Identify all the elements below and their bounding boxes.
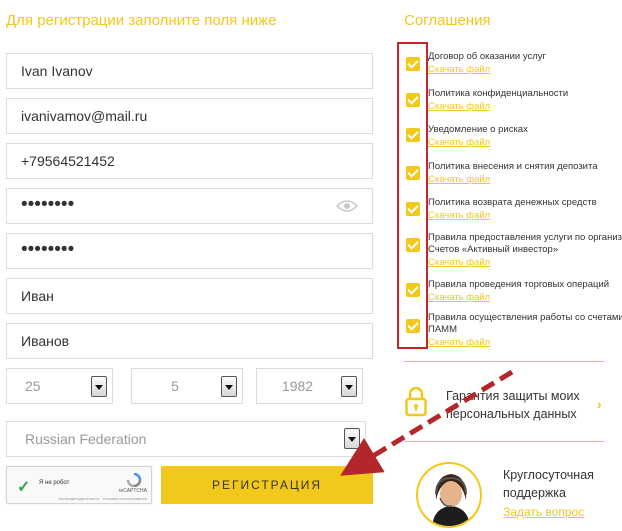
download-link[interactable]: Скачать файл (428, 336, 622, 350)
chevron-down-icon[interactable] (344, 428, 360, 449)
agreement-item-1: Договор об оказании услуг Скачать файл (428, 51, 622, 77)
agreement-title: Правила проведения торговых операций (428, 279, 610, 290)
agreement-title: Договор об оказании услуг (428, 51, 546, 62)
divider (404, 441, 604, 442)
checkbox-highlight-frame (397, 42, 428, 349)
captcha-terms[interactable]: Конфиденциальность · Условия использован… (58, 496, 147, 501)
password-input[interactable]: •••••••• (6, 188, 373, 224)
download-link[interactable]: Скачать файл (428, 256, 622, 270)
agreement-item-4: Политика внесения и снятия депозита Скач… (428, 161, 622, 187)
agreement-checkbox-5[interactable] (406, 202, 420, 216)
chevron-down-icon[interactable] (341, 376, 357, 397)
recaptcha-logo-icon (126, 473, 142, 487)
email-input[interactable]: ivanivamov@mail.ru (6, 98, 373, 134)
agreement-checkbox-6[interactable] (406, 238, 420, 252)
agreement-item-5: Политика возврата денежных средств Скача… (428, 197, 622, 223)
download-link[interactable]: Скачать файл (428, 291, 622, 305)
birth-month-select[interactable]: 5 (131, 368, 243, 404)
birth-year-select[interactable]: 1982 (256, 368, 363, 404)
recaptcha-widget[interactable]: ✓ Я не робот reCAPTCHA Конфиденциальност… (6, 466, 152, 504)
agreement-checkbox-4[interactable] (406, 166, 420, 180)
guarantee-line2: персональных данных (446, 407, 577, 421)
agreement-checkbox-8[interactable] (406, 319, 420, 333)
chevron-down-icon[interactable] (91, 376, 107, 397)
download-link[interactable]: Скачать файл (428, 63, 622, 77)
guarantee-line1: Гарантия защиты моих (446, 389, 580, 403)
country-value: Russian Federation (25, 431, 147, 447)
support-avatar (416, 462, 482, 528)
support-text: Круглосуточная поддержка (503, 466, 594, 502)
download-link[interactable]: Скачать файл (428, 173, 622, 187)
data-protection-guarantee-link[interactable]: Гарантия защиты моих персональных данных (446, 387, 596, 423)
agreement-item-6: Правила предоставления услуги по организ… (428, 232, 622, 270)
register-button[interactable]: Регистрация (161, 466, 373, 504)
birth-month-value: 5 (171, 378, 179, 394)
captcha-brand: reCAPTCHA (118, 488, 147, 494)
agreement-item-3: Уведомление о рисках Скачать файл (428, 124, 622, 150)
password-confirm-input[interactable]: •••••••• (6, 233, 373, 269)
full-name-input[interactable]: Ivan Ivanov (6, 53, 373, 89)
ask-question-link[interactable]: Задать вопрос (503, 505, 584, 519)
agreement-title-line2: Счетов «Активный инвестор» (428, 244, 559, 255)
support-line1: Круглосуточная (503, 468, 594, 482)
agreement-item-8: Правила осуществления работы со счетами … (428, 312, 622, 350)
registration-heading: Для регистрации заполните поля ниже (6, 12, 277, 29)
agreement-item-7: Правила проведения торговых операций Ска… (428, 279, 622, 305)
agreements-heading: Соглашения (404, 12, 491, 29)
download-link[interactable]: Скачать файл (428, 100, 622, 114)
agreement-item-2: Политика конфиденциальности Скачать файл (428, 88, 622, 114)
agreement-title-line2: ПАММ (428, 324, 457, 335)
birth-day-value: 25 (25, 378, 41, 394)
country-select[interactable]: Russian Federation (6, 421, 366, 457)
agreement-checkbox-2[interactable] (406, 93, 420, 107)
chevron-down-icon[interactable] (221, 376, 237, 397)
birth-year-value: 1982 (281, 378, 314, 394)
support-agent-icon (432, 474, 470, 526)
agreement-title: Правила осуществления работы со счетами … (428, 312, 622, 323)
password-value: •••••••• (21, 194, 75, 215)
first-name-input[interactable]: Иван (6, 278, 373, 314)
agreement-checkbox-3[interactable] (406, 128, 420, 142)
checkmark-icon[interactable]: ✓ (17, 477, 30, 497)
agreement-title: Правила предоставления услуги по организ… (428, 232, 622, 243)
lock-icon (405, 386, 427, 417)
divider (404, 361, 604, 362)
agreement-checkbox-7[interactable] (406, 283, 420, 297)
eye-icon[interactable] (336, 199, 358, 213)
chevron-right-icon[interactable]: › (597, 396, 602, 412)
phone-input[interactable]: +79564521452 (6, 143, 373, 179)
agreement-title: Политика возврата денежных средств (428, 197, 597, 208)
support-line2: поддержка (503, 486, 566, 500)
captcha-label: Я не робот (39, 480, 70, 486)
birth-day-select[interactable]: 25 (6, 368, 113, 404)
agreement-title: Политика конфиденциальности (428, 88, 569, 99)
agreement-title: Уведомление о рисках (428, 124, 528, 135)
agreement-title: Политика внесения и снятия депозита (428, 161, 598, 172)
agreement-checkbox-1[interactable] (406, 57, 420, 71)
download-link[interactable]: Скачать файл (428, 209, 622, 223)
download-link[interactable]: Скачать файл (428, 136, 622, 150)
last-name-input[interactable]: Иванов (6, 323, 373, 359)
